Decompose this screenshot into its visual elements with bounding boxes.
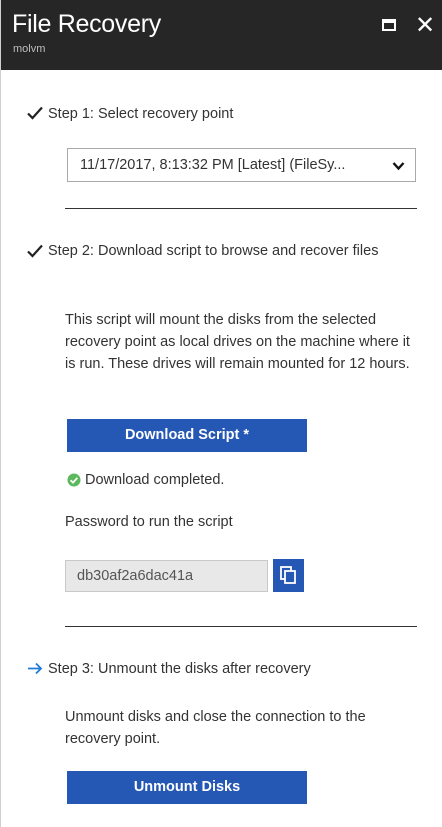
step-1: Step 1: Select recovery point xyxy=(27,103,407,125)
recovery-point-select[interactable]: 11/17/2017, 8:13:32 PM [Latest] (FileSy.… xyxy=(67,148,416,182)
step-2-description: This script will mount the disks from th… xyxy=(65,312,410,372)
download-status-text: Download completed. xyxy=(85,472,225,488)
blade-header: File Recovery molvm ✕ xyxy=(1,0,442,70)
checkmark-icon xyxy=(27,244,43,262)
copy-password-button[interactable] xyxy=(273,559,304,592)
step-1-label: Step 1: Select recovery point xyxy=(48,106,234,122)
step-2: Step 2: Download script to browse and re… xyxy=(27,240,422,284)
checkmark-icon xyxy=(27,106,43,124)
divider xyxy=(65,626,417,627)
close-button[interactable]: ✕ xyxy=(413,14,437,38)
unmount-disks-button[interactable]: Unmount Disks xyxy=(67,771,307,804)
blade-title: File Recovery xyxy=(12,10,161,38)
step-3-label: Step 3: Unmount the disks after recovery xyxy=(48,661,311,677)
password-label: Password to run the script xyxy=(65,514,233,530)
divider xyxy=(65,208,417,209)
maximize-icon xyxy=(382,19,396,31)
download-script-button[interactable]: Download Script * xyxy=(67,419,307,452)
step-2-label: Step 2: Download script to browse and re… xyxy=(48,243,379,259)
success-check-icon xyxy=(67,473,81,491)
close-icon: ✕ xyxy=(414,12,436,39)
blade-subtitle: molvm xyxy=(13,43,46,55)
maximize-button[interactable] xyxy=(379,14,403,38)
recovery-point-value: 11/17/2017, 8:13:32 PM [Latest] (FileSy.… xyxy=(80,157,346,173)
file-recovery-blade: File Recovery molvm ✕ Step 1: Select rec… xyxy=(0,0,442,827)
step-3-description: Unmount disks and close the connection t… xyxy=(65,709,366,747)
chevron-down-icon xyxy=(392,159,405,175)
arrow-right-icon xyxy=(27,662,43,680)
password-value: db30af2a6dac41a xyxy=(77,568,194,584)
password-field[interactable]: db30af2a6dac41a xyxy=(65,560,268,592)
step-3: Step 3: Unmount the disks after recovery xyxy=(27,658,407,680)
